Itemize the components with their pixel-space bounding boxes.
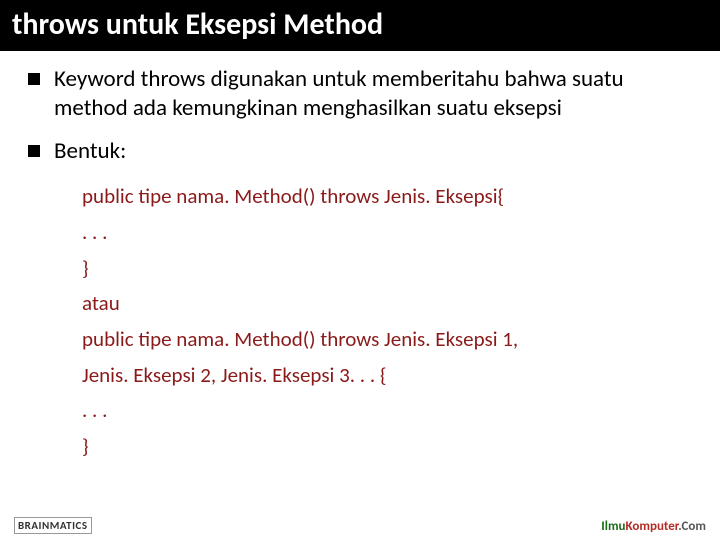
code-line: public tipe nama. Method() throws Jenis.…: [82, 179, 692, 215]
code-line: }: [82, 429, 692, 465]
logo-part-komputer: Komputer: [626, 519, 679, 534]
logo-part-ilmu: Ilmu: [601, 519, 625, 534]
bullet-marker-icon: [28, 145, 40, 157]
footer-logo-right: IlmuKomputer.Com: [601, 519, 706, 534]
code-line: public tipe nama. Method() throws Jenis.…: [82, 322, 692, 358]
ilmukomputer-logo: IlmuKomputer.Com: [601, 519, 706, 534]
code-line: . . .: [82, 393, 692, 429]
slide-footer: BRAINMATICS IlmuKomputer.Com: [0, 517, 720, 534]
code-block: public tipe nama. Method() throws Jenis.…: [82, 179, 692, 465]
bullet-text: Bentuk:: [54, 137, 126, 166]
slide-title: throws untuk Eksepsi Method: [12, 6, 383, 43]
code-line: . . .: [82, 215, 692, 251]
code-line: atau: [82, 286, 692, 322]
code-line: Jenis. Eksepsi 2, Jenis. Eksepsi 3. . . …: [82, 358, 692, 394]
slide-title-bar: throws untuk Eksepsi Method: [0, 0, 720, 51]
footer-logo-left: BRAINMATICS: [14, 517, 92, 534]
bullet-marker-icon: [28, 73, 40, 85]
code-line: }: [82, 251, 692, 287]
bullet-item: Keyword throws digunakan untuk memberita…: [28, 65, 692, 123]
brainmatics-logo: BRAINMATICS: [14, 517, 92, 534]
bullet-text: Keyword throws digunakan untuk memberita…: [54, 65, 692, 123]
logo-part-com: .Com: [678, 519, 706, 534]
bullet-item: Bentuk:: [28, 137, 692, 166]
slide-content: Keyword throws digunakan untuk memberita…: [0, 51, 720, 465]
